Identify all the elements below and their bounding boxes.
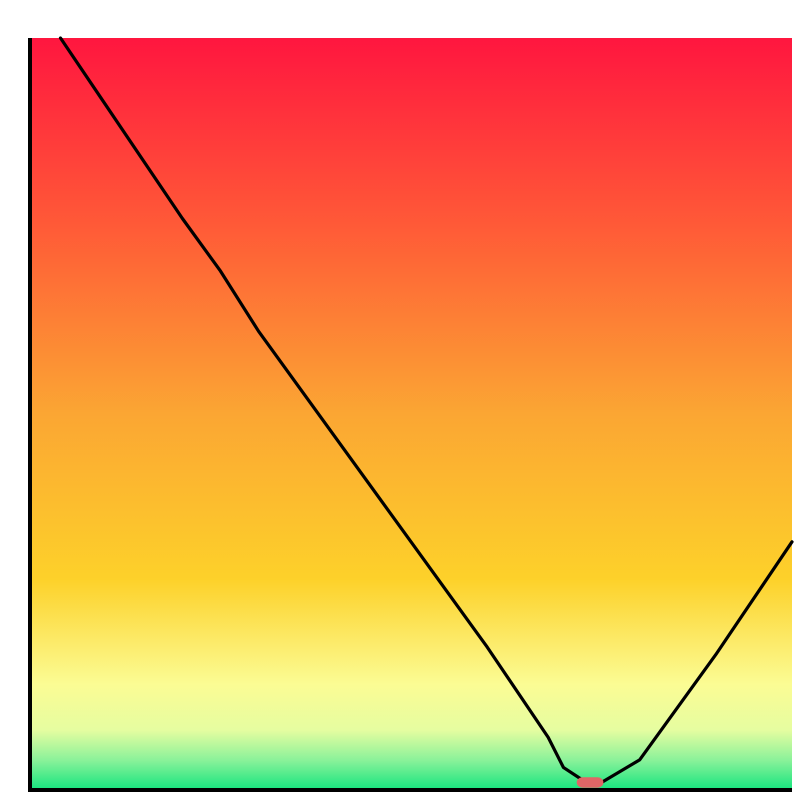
chart-svg (0, 0, 800, 800)
gradient-background (30, 38, 792, 790)
left-margin (0, 0, 30, 800)
bottleneck-chart: TheBottleneck.com (0, 0, 800, 800)
right-margin (792, 0, 800, 800)
optimum-marker (577, 777, 604, 788)
top-margin (0, 0, 800, 38)
